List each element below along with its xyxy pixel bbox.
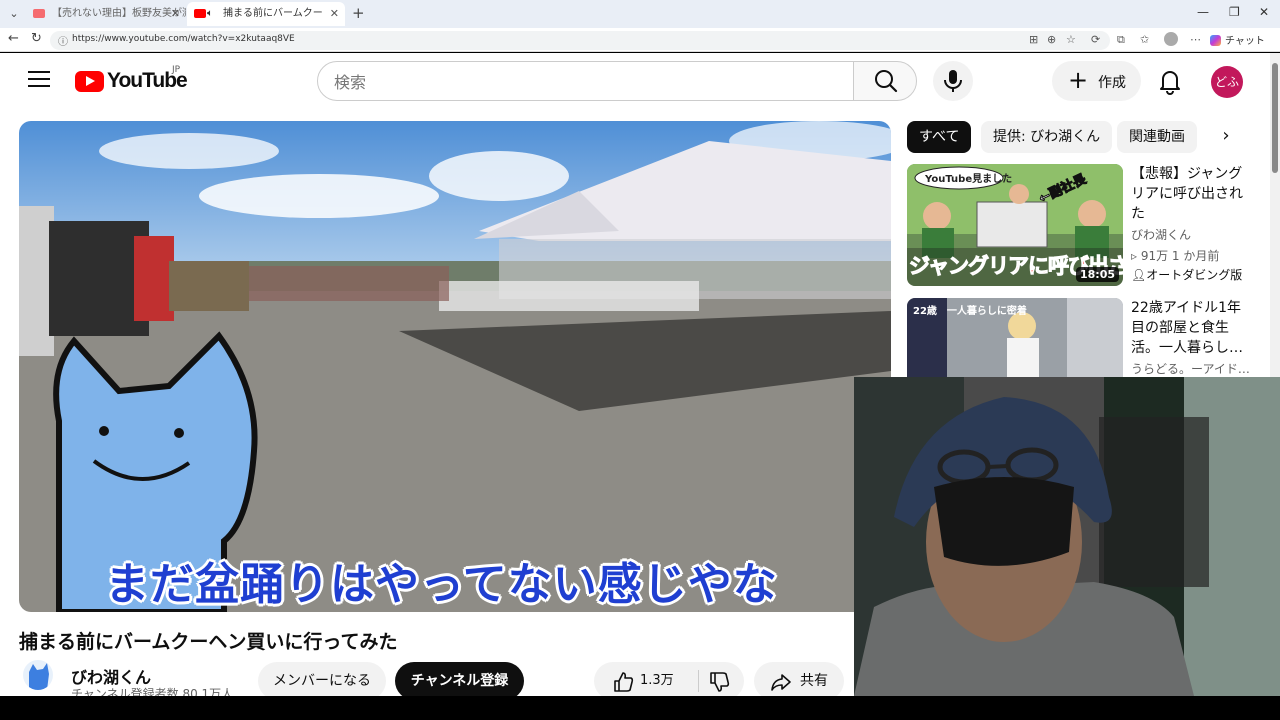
share-icon (770, 670, 792, 696)
voice-search-button[interactable] (933, 61, 973, 101)
dubbing-person-icon: 👤︎ (1131, 268, 1147, 282)
favorite-star-icon[interactable]: ☆ (1066, 33, 1076, 46)
browser-tab-bar: ⌄ 【売れない理由】板野友美が激怒して ✕ 🔈︎ 捕まる前にバームクーヘン買いに… (0, 0, 1280, 28)
close-window-icon[interactable]: ✕ (1259, 5, 1269, 19)
mic-icon (944, 70, 962, 92)
site-info-icon[interactable]: ⓘ (58, 33, 68, 48)
webcam-image (854, 377, 1280, 696)
webcam-overlay (854, 377, 1280, 696)
views-and-date: 91万 1 か月前 (1140, 249, 1220, 263)
tab-close-icon[interactable]: ✕ (330, 2, 339, 26)
like-divider (698, 670, 699, 692)
url-text[interactable]: https://www.youtube.com/watch?v=x2kutaaq… (72, 34, 295, 44)
youtube-play-icon (75, 71, 104, 92)
like-count: 1.3万 (640, 673, 674, 688)
thumbnail-bubble: YouTube見ました (925, 174, 1013, 185)
reload-icon[interactable]: ↻ (31, 31, 42, 46)
recommendation-channel[interactable]: うらどる。ーアイド… (1131, 360, 1250, 377)
search-icon (875, 70, 898, 93)
tab-list-chevron-icon[interactable]: ⌄ (6, 6, 22, 22)
channel-avatar[interactable] (23, 660, 53, 690)
thumbnail-caption: 22歳 一人暮らしに密着 (913, 306, 1027, 317)
join-membership-button[interactable]: メンバーになる (258, 662, 386, 696)
create-button[interactable]: + 作成 (1052, 61, 1141, 101)
country-code: JP (172, 65, 181, 75)
browser-tab-1[interactable]: 【売れない理由】板野友美が激怒して ✕ (26, 2, 186, 26)
address-bar-row: ← ↻ ⓘ https://www.youtube.com/watch?v=x2… (0, 28, 1280, 52)
recommendation-channel[interactable]: びわ湖くん (1131, 226, 1191, 243)
recommendation-item[interactable]: YouTube見ました ←副社長 ジャングリアに呼び出された 18:05 【悲報… (907, 164, 1267, 292)
search-box[interactable] (317, 61, 854, 101)
tab-title: 捕まる前にバームクーヘン買いに行 (223, 8, 323, 19)
create-label: 作成 (1098, 75, 1126, 91)
search-input[interactable] (334, 71, 834, 93)
search-button[interactable] (853, 61, 917, 101)
split-screen-icon[interactable]: ⧉ (1117, 33, 1125, 47)
channel-mascot-icon (29, 663, 49, 690)
speaker-icon[interactable]: 🔈︎ (207, 2, 213, 26)
subscriber-count: チャンネル登録者数 80.1万人 (71, 687, 234, 696)
scrollbar-thumb[interactable] (1272, 63, 1278, 173)
zoom-icon[interactable]: ⊕ (1047, 33, 1056, 46)
menu-icon[interactable] (28, 71, 50, 89)
tab-title: 【売れない理由】板野友美が激怒して (52, 8, 186, 19)
chevron-right-icon[interactable]: › (1212, 125, 1240, 149)
notifications-button[interactable] (1150, 61, 1190, 101)
chat-label: チャット (1225, 36, 1265, 47)
browser-tab-2-active[interactable]: 🔈︎ 捕まる前にバームクーヘン買いに行 ✕ (187, 2, 345, 26)
youtube-favicon-icon (33, 9, 45, 18)
recommendation-meta: ▹ 91万 1 か月前 (1131, 247, 1219, 264)
favorites-icon[interactable]: ✩ (1140, 33, 1149, 46)
share-button[interactable]: 共有 (754, 662, 844, 696)
video-frame (19, 121, 891, 612)
recommendation-title[interactable]: 22歳アイドル1年目の部屋と食生活。一人暮らし… (1131, 298, 1251, 358)
recommendation-title[interactable]: 【悲報】ジャングリアに呼び出された (1131, 164, 1251, 224)
video-duration: 18:05 (1075, 267, 1119, 282)
more-menu-icon[interactable]: ⋯ (1190, 33, 1201, 46)
video-player[interactable]: まだ盆踊りはやってない感じやな (19, 121, 891, 612)
dislike-button[interactable] (708, 670, 730, 696)
views-play-icon: ▹ (1131, 249, 1141, 263)
plus-icon: + (1068, 66, 1089, 94)
video-title: 捕まる前にバームクーヘン買いに行ってみた (19, 631, 398, 653)
new-tab-icon[interactable]: + (352, 4, 365, 22)
subscribe-button[interactable]: チャンネル登録 (395, 662, 524, 696)
copilot-icon (1210, 35, 1221, 46)
youtube-favicon-icon (194, 9, 206, 18)
app-install-icon[interactable]: ⊞ (1029, 33, 1038, 46)
thumb-down-icon (710, 672, 730, 692)
bell-icon (1160, 71, 1180, 95)
url-field[interactable]: ⓘ https://www.youtube.com/watch?v=x2kuta… (50, 31, 1110, 50)
like-dislike-group: 1.3万 (594, 662, 744, 696)
copilot-chat-button[interactable]: チャット (1210, 32, 1265, 47)
chip-from-channel[interactable]: 提供: びわ湖くん (981, 121, 1113, 153)
share-label: 共有 (800, 673, 828, 689)
chip-all[interactable]: すべて (907, 121, 972, 153)
minimize-icon[interactable]: — (1197, 5, 1209, 19)
account-avatar[interactable]: どふ (1211, 66, 1243, 98)
auto-dubbed-badge: 👤︎オートダビング版 (1131, 266, 1242, 283)
back-arrow-icon[interactable]: ← (8, 31, 19, 46)
auto-dubbed-label: オートダビング版 (1146, 268, 1243, 282)
chip-related[interactable]: 関連動画 (1117, 121, 1197, 153)
like-button[interactable] (612, 670, 634, 696)
profile-avatar-icon[interactable] (1164, 32, 1178, 46)
extensions-icon[interactable]: ⟳ (1091, 33, 1100, 46)
recommendation-thumbnail[interactable]: YouTube見ました ←副社長 ジャングリアに呼び出された 18:05 (907, 164, 1123, 286)
tab-close-icon[interactable]: ✕ (171, 2, 180, 26)
restore-icon[interactable]: ❐ (1229, 5, 1240, 19)
thumb-up-icon (614, 672, 634, 692)
video-subtitle: まだ盆踊りはやってない感じやな (105, 559, 778, 610)
screen-bottom-bar (0, 696, 1280, 720)
